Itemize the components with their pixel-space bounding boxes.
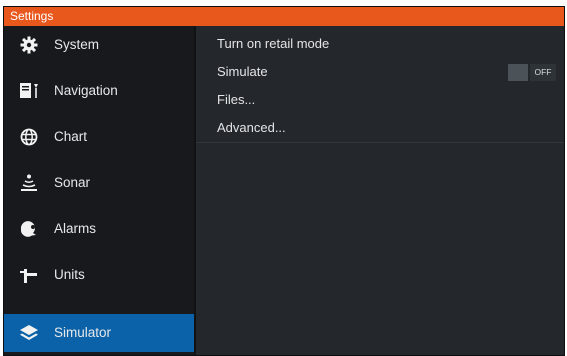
sidebar-item-label: Navigation [54, 83, 118, 98]
sidebar-item-navigation[interactable]: Navigation [4, 72, 196, 110]
simulate-toggle[interactable]: OFF [508, 64, 556, 81]
sidebar-item-chart[interactable]: Chart [4, 118, 196, 156]
window-title: Settings [4, 7, 564, 26]
settings-window: Settings System Navigation Chart Sonar A… [3, 6, 565, 356]
simulate-row[interactable]: Simulate OFF [196, 58, 564, 86]
toggle-state: OFF [530, 64, 556, 81]
sidebar-item-label: Units [54, 267, 85, 282]
row-divider [196, 142, 564, 143]
row-label: Advanced... [217, 120, 286, 135]
retail-mode-row[interactable]: Turn on retail mode [196, 30, 564, 58]
globe-icon [17, 127, 41, 147]
files-row[interactable]: Files... [196, 86, 564, 114]
sidebar-item-label: Sonar [54, 175, 91, 190]
gear-icon [17, 35, 41, 55]
sidebar-item-simulator[interactable]: Simulator [4, 314, 208, 352]
sidebar-item-units[interactable]: Units [4, 256, 196, 294]
toggle-knob [508, 64, 528, 81]
advanced-row[interactable]: Advanced... [196, 114, 564, 142]
layers-icon [17, 323, 41, 343]
sidebar-item-system[interactable]: System [4, 26, 196, 64]
sidebar-item-alarms[interactable]: Alarms [4, 210, 196, 248]
sidebar-item-sonar[interactable]: Sonar [4, 164, 196, 202]
row-label: Simulate [217, 64, 268, 79]
sidebar-item-label: Alarms [54, 221, 97, 236]
units-icon [17, 265, 41, 285]
sidebar-item-label: System [54, 37, 100, 52]
sidebar-item-label: Simulator [54, 325, 112, 340]
row-label: Turn on retail mode [217, 36, 330, 51]
row-label: Files... [217, 92, 256, 107]
alarm-icon [17, 219, 41, 239]
navigation-icon [17, 81, 41, 101]
sidebar: System Navigation Chart Sonar Alarms Uni… [4, 26, 208, 355]
sidebar-item-label: Chart [54, 129, 88, 144]
sonar-icon [17, 173, 41, 193]
settings-content: Turn on retail mode Simulate OFF Files..… [196, 26, 564, 355]
